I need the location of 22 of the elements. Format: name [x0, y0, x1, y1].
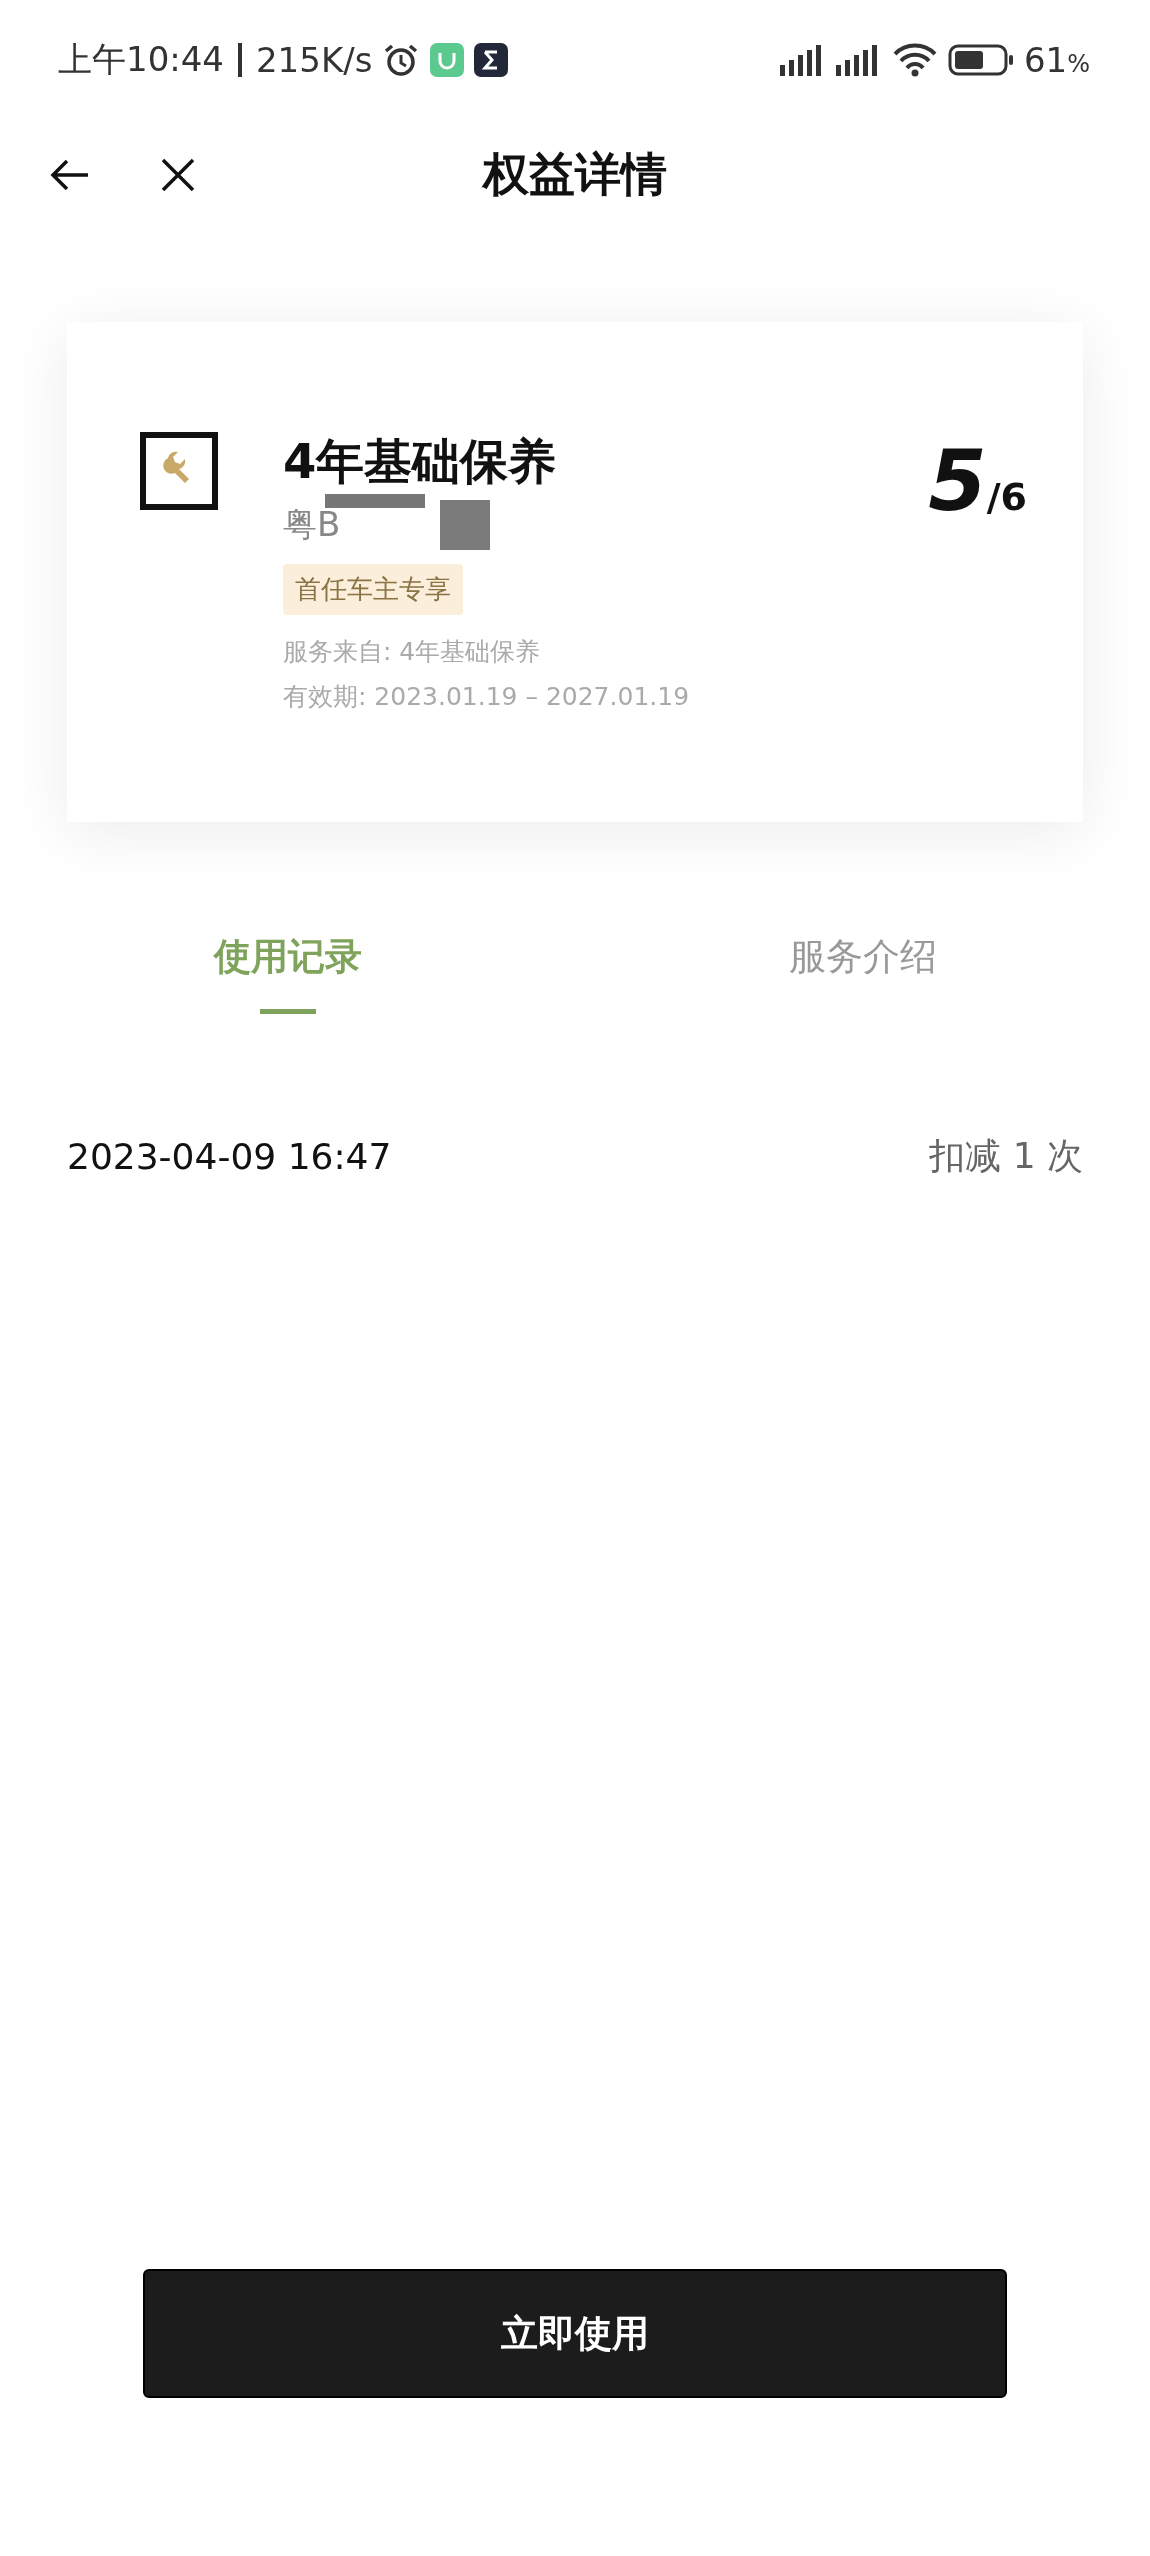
benefit-title: 4年基础保养 [283, 432, 557, 491]
remaining-count: 5 [928, 432, 987, 530]
app-icon [474, 43, 509, 77]
separator-bar [238, 43, 242, 77]
validity-period: 有效期: 2023.01.19 – 2027.01.19 [283, 681, 691, 713]
record-action: 扣减 1 次 [929, 1134, 1083, 1178]
wifi-icon [891, 42, 938, 78]
battery-icon [947, 44, 1014, 76]
network-speed: 215K/s [256, 40, 373, 80]
total-count: /6 [986, 475, 1027, 519]
license-plate: 粤B [283, 503, 341, 546]
owner-tag: 首任车主专享 [283, 564, 463, 615]
use-now-button[interactable]: 立即使用 [143, 2269, 1007, 2398]
tab[interactable]: 服务介绍 [575, 912, 1150, 1042]
wrench-icon [140, 432, 218, 510]
page-title: 权益详情 [483, 146, 667, 203]
record-time: 2023-04-09 16:47 [67, 1136, 392, 1177]
app-icon [430, 43, 465, 77]
status-time: 上午10:44 [58, 38, 224, 81]
service-source: 服务来自: 4年基础保养 [283, 636, 542, 668]
redaction-block [440, 500, 491, 550]
battery-percent: 61% [1023, 40, 1090, 80]
